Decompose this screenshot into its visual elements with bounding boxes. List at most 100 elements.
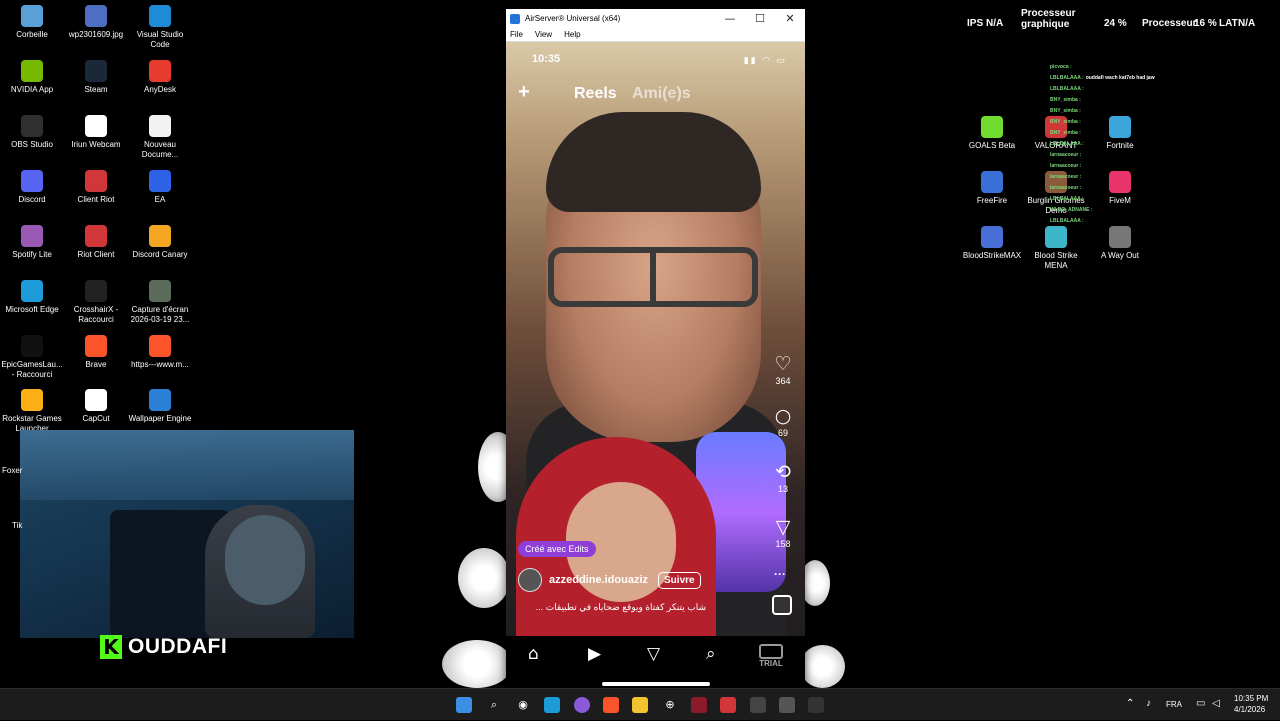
airserver-taskbar-icon[interactable] — [779, 697, 795, 713]
desktop-icon[interactable]: Spotify Lite — [0, 225, 64, 260]
desktop-icon[interactable]: wp2301609.jpg — [64, 5, 128, 40]
desktop-icon[interactable]: CapCut — [64, 389, 128, 424]
window-titlebar[interactable]: AirServer® Universal (x64) — ☐ ✕ — [506, 9, 805, 28]
trial-icon — [759, 644, 783, 659]
desktop-icon-label: Discord — [18, 195, 46, 204]
tab-friends[interactable]: Ami(e)s — [632, 85, 691, 103]
desktop-icon-label: Blood Strike MENA — [1034, 251, 1078, 270]
chat-nick: LBLBALAAA : — [1050, 75, 1084, 81]
send-icon: ▽ — [775, 516, 791, 538]
network-icon[interactable]: ▭ — [1196, 698, 1205, 709]
terminal-taskbar-icon[interactable] — [808, 697, 824, 713]
nvidia-icon — [21, 60, 43, 82]
reel-caption[interactable]: شاب يتنكر كفتاة ويوقع ضحاياه في تطبيقات … — [526, 602, 706, 613]
desktop-icon[interactable]: EA — [128, 170, 192, 205]
desktop-icon[interactable]: Discord Canary — [128, 225, 192, 260]
desktop-icon[interactable]: Microsoft Edge — [0, 280, 64, 315]
desktop-icon[interactable]: EpicGamesLau... - Raccourci — [0, 335, 64, 380]
desktop-icon-label: Riot Client — [77, 250, 115, 259]
desktop-icon[interactable]: Riot Client — [64, 225, 128, 260]
brave-taskbar-icon[interactable] — [603, 697, 619, 713]
chat-message: LBLBALAAA : — [1050, 139, 1190, 150]
app-taskbar-icon[interactable] — [750, 697, 766, 713]
maximize-button[interactable]: ☐ — [745, 12, 775, 25]
desktop-icon[interactable]: Steam — [64, 60, 128, 95]
desktop-icon[interactable]: Discord — [0, 170, 64, 205]
valorant-taskbar-icon[interactable] — [691, 697, 707, 713]
avatar[interactable] — [518, 568, 542, 592]
desktop-icon[interactable]: Client Riot — [64, 170, 128, 205]
gpu-value: 24 % — [1104, 18, 1127, 29]
close-button[interactable]: ✕ — [775, 12, 805, 25]
direct-icon[interactable]: ▽ — [647, 644, 660, 664]
share-action[interactable]: ▽ 158 — [768, 517, 798, 549]
start-icon[interactable] — [456, 697, 472, 713]
desktop-icon[interactable]: Visual Studio Code — [128, 5, 192, 50]
volume-icon[interactable]: ◁ — [1212, 698, 1220, 709]
desktop-icon-label: Steam — [84, 85, 108, 94]
follow-button[interactable]: Suivre — [658, 571, 701, 589]
riot-taskbar-icon[interactable] — [720, 697, 736, 713]
search-icon[interactable]: ⌕ — [486, 697, 502, 713]
home-icon[interactable]: ⌂ — [528, 644, 539, 664]
bloodstrike-icon — [981, 226, 1003, 248]
comment-action[interactable]: ○ 69 — [768, 406, 798, 438]
menu-help[interactable]: Help — [564, 30, 580, 39]
like-action[interactable]: ♡ 364 — [768, 354, 798, 386]
tab-reels[interactable]: Reels — [574, 85, 617, 103]
riot-icon — [85, 225, 107, 247]
mirrored-phone-screen: 10:35 ▮▮ ◠ ▭ + Reels Ami(e)s ♡ 364 ○ 69 … — [506, 42, 805, 688]
menu-view[interactable]: View — [535, 30, 552, 39]
clock-time[interactable]: 10:35 PM — [1234, 694, 1268, 703]
chat-nick: BNY_simba : — [1050, 108, 1081, 114]
desktop-icon-label: EpicGamesLau... - Raccourci — [1, 360, 63, 379]
clock-date[interactable]: 4/1/2026 — [1234, 705, 1265, 714]
desktop-icon[interactable]: https---www.m... — [128, 335, 192, 370]
tray-chevron-icon[interactable]: ⌃ — [1126, 698, 1134, 709]
spotify-icon — [21, 225, 43, 247]
desktop-icon[interactable]: Blood Strike MENA — [1024, 226, 1088, 271]
desktop-icon[interactable]: AnyDesk — [128, 60, 192, 95]
airserver-window: AirServer® Universal (x64) — ☐ ✕ File Vi… — [506, 9, 805, 688]
repost-action[interactable]: ⟲ 13 — [768, 462, 798, 494]
desktop-icon[interactable]: Corbeille — [0, 5, 64, 40]
mic-icon[interactable]: ♪ — [1146, 698, 1151, 709]
screenshot-file-icon — [149, 280, 171, 302]
gpu-label-2: graphique — [1021, 19, 1070, 30]
edge-taskbar-icon[interactable] — [544, 697, 560, 713]
menu-file[interactable]: File — [510, 30, 523, 39]
desktop-icon[interactable]: NVIDIA App — [0, 60, 64, 95]
reels-icon[interactable]: ▶ — [588, 644, 601, 664]
language-indicator[interactable]: FRA — [1166, 700, 1182, 709]
create-plus-icon[interactable]: + — [518, 81, 530, 104]
search-icon[interactable]: ⌕ — [706, 644, 716, 664]
desktop-icon[interactable]: BloodStrikeMAX — [960, 226, 1024, 261]
chat-message: larnaacoeur : — [1050, 183, 1190, 194]
username[interactable]: azzeddine.idouaziz — [549, 574, 648, 586]
desktop-icon-label: Nouveau Docume... — [141, 140, 179, 159]
desktop-icon[interactable]: Rockstar Games Launcher — [0, 389, 64, 434]
file-explorer-icon[interactable] — [632, 697, 648, 713]
desktop-icon[interactable]: Iriun Webcam — [64, 115, 128, 150]
obs-taskbar-icon[interactable]: ◉ — [515, 697, 531, 713]
desktop-icon[interactable]: Capture d'écran 2026-03-19 23... — [128, 280, 192, 325]
desktop-icon[interactable]: GOALS Beta — [960, 116, 1024, 151]
audio-thumbnail[interactable] — [772, 595, 792, 615]
chat-message: WLBG_ADNANE : — [1050, 205, 1190, 216]
chat-message: BNY_simba : — [1050, 95, 1190, 106]
desktop-icon[interactable]: FreeFire — [960, 171, 1024, 206]
crosshair-taskbar-icon[interactable]: ⊕ — [662, 697, 678, 713]
desktop-icon[interactable]: OBS Studio — [0, 115, 64, 150]
spotify-taskbar-icon[interactable] — [574, 697, 590, 713]
chat-message: BNY_simba : — [1050, 106, 1190, 117]
desktop-icon[interactable]: CrosshairX - Raccourci — [64, 280, 128, 325]
minimize-button[interactable]: — — [715, 12, 745, 25]
chat-nick: larnaacoeur : — [1050, 163, 1082, 169]
edits-badge[interactable]: Créé avec Edits — [518, 541, 596, 557]
desktop-icon-label: Brave — [85, 360, 107, 369]
desktop-icon[interactable]: Brave — [64, 335, 128, 370]
desktop-icon[interactable]: A Way Out — [1088, 226, 1152, 261]
desktop-icon[interactable]: Wallpaper Engine — [128, 389, 192, 424]
chat-nick: BNY_simba : — [1050, 119, 1081, 125]
desktop-icon[interactable]: Nouveau Docume... — [128, 115, 192, 160]
